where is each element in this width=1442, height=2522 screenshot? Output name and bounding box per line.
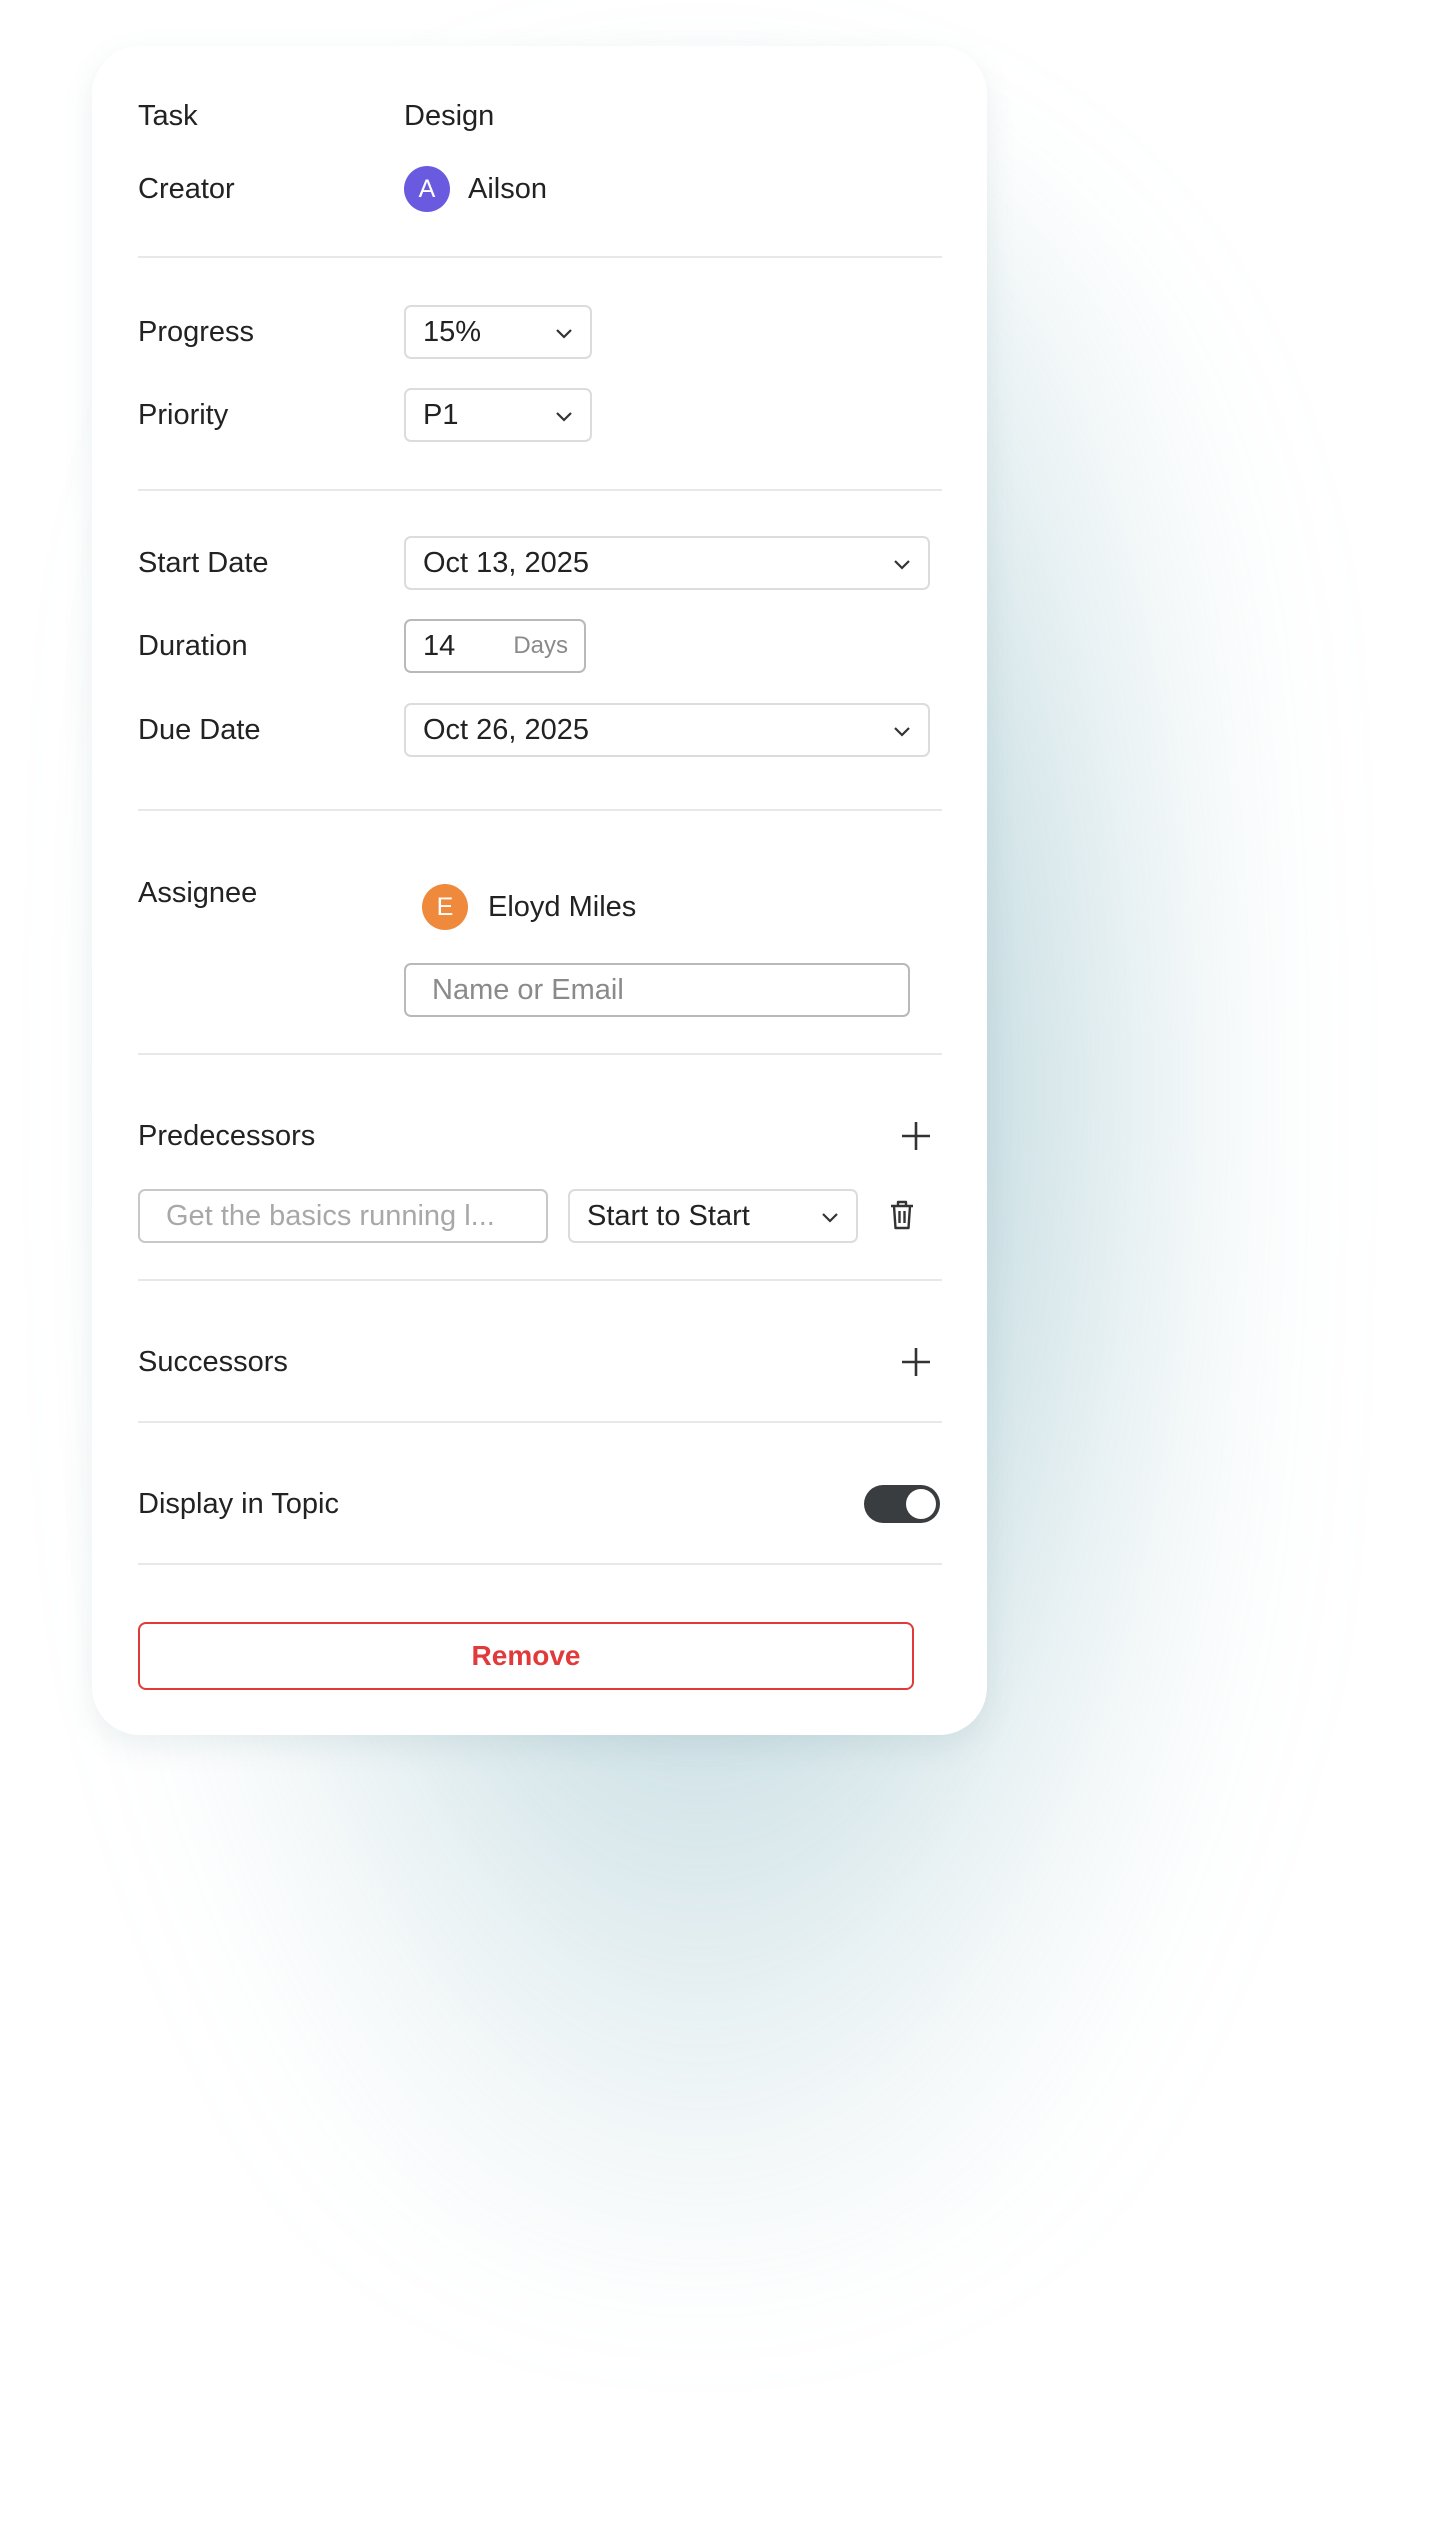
divider <box>138 1053 942 1055</box>
start-date-select[interactable]: Oct 13, 2025 <box>404 536 930 590</box>
duration-unit: Days <box>513 632 568 659</box>
creator-name: Ailson <box>468 173 547 205</box>
assignee-input[interactable]: Name or Email <box>404 963 910 1017</box>
priority-label: Priority <box>138 399 229 431</box>
add-successor-plus-icon[interactable] <box>896 1342 936 1382</box>
toggle-knob <box>906 1489 936 1519</box>
due-date-label: Due Date <box>138 714 261 746</box>
chevron-down-icon <box>556 329 572 339</box>
due-date-value: Oct 26, 2025 <box>423 714 590 746</box>
duration-value: 14 <box>423 630 456 662</box>
divider <box>138 489 942 491</box>
assignee-input-placeholder: Name or Email <box>432 974 624 1006</box>
assignee-label: Assignee <box>138 877 258 909</box>
display-in-topic-label: Display in Topic <box>138 1488 339 1520</box>
start-date-label: Start Date <box>138 547 269 579</box>
predecessors-label: Predecessors <box>138 1120 316 1152</box>
task-label: Task <box>138 100 198 132</box>
task-value: Design <box>404 100 495 132</box>
divider <box>138 1279 942 1281</box>
creator-label: Creator <box>138 173 235 205</box>
predecessor-task-input[interactable]: Get the basics running l... <box>138 1189 548 1243</box>
duration-input[interactable]: 14 Days <box>404 619 586 673</box>
remove-button[interactable]: Remove <box>138 1622 914 1690</box>
chevron-down-icon <box>894 560 910 570</box>
divider <box>138 1563 942 1565</box>
successors-label: Successors <box>138 1346 288 1378</box>
chevron-down-icon <box>822 1213 838 1223</box>
assignee-name: Eloyd Miles <box>488 891 637 923</box>
chevron-down-icon <box>894 727 910 737</box>
progress-select[interactable]: 15% <box>404 305 592 359</box>
progress-label: Progress <box>138 316 255 348</box>
priority-select[interactable]: P1 <box>404 388 592 442</box>
start-date-value: Oct 13, 2025 <box>423 547 590 579</box>
predecessor-task-placeholder: Get the basics running l... <box>166 1200 495 1232</box>
display-in-topic-toggle[interactable] <box>864 1485 940 1523</box>
creator-avatar: A <box>404 166 450 212</box>
divider <box>138 809 942 811</box>
predecessor-relation-value: Start to Start <box>587 1200 750 1232</box>
duration-label: Duration <box>138 630 248 662</box>
add-predecessor-plus-icon[interactable] <box>896 1116 936 1156</box>
priority-value: P1 <box>423 399 459 431</box>
predecessor-relation-select[interactable]: Start to Start <box>568 1189 858 1243</box>
trash-icon[interactable] <box>882 1195 922 1235</box>
divider <box>138 256 942 258</box>
chevron-down-icon <box>556 412 572 422</box>
assignee-avatar: E <box>422 884 468 930</box>
due-date-select[interactable]: Oct 26, 2025 <box>404 703 930 757</box>
progress-value: 15% <box>423 316 482 348</box>
divider <box>138 1421 942 1423</box>
task-details-panel: Task Design Creator A Ailson Progress 15… <box>92 46 987 1735</box>
